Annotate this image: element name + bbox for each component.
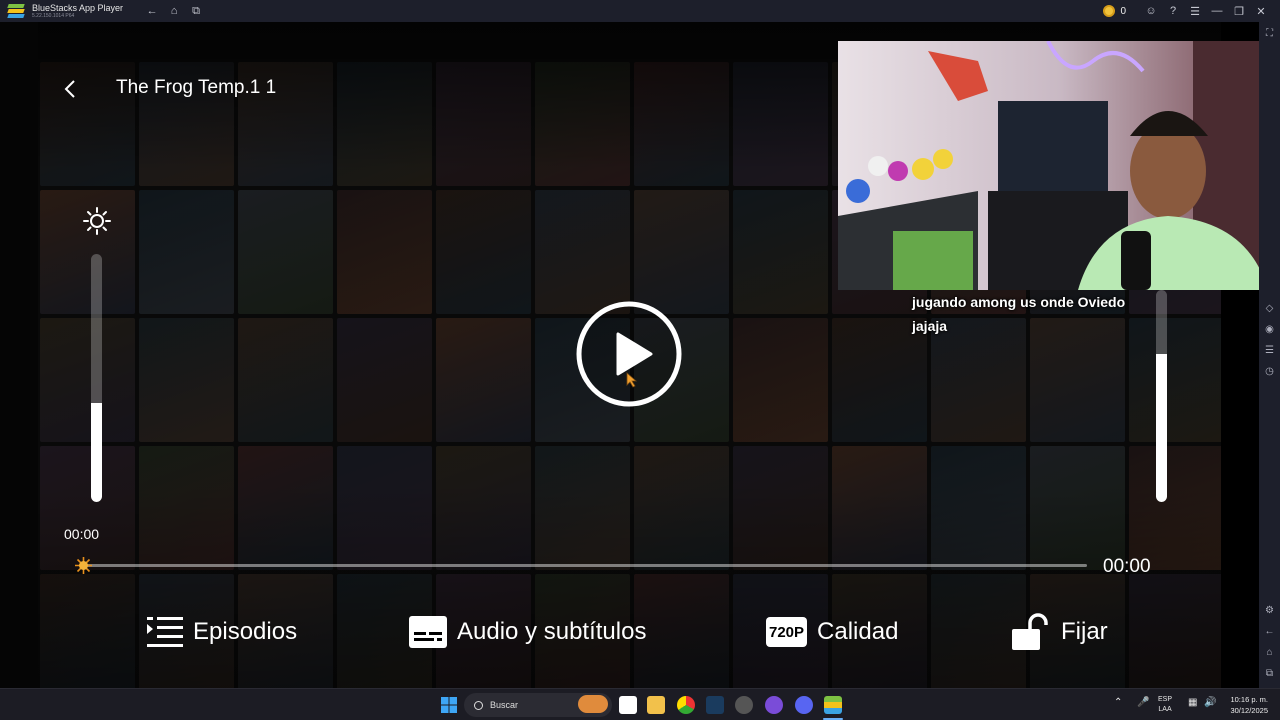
lang-top: ESP	[1158, 696, 1173, 703]
network-icon[interactable]: ▦	[1188, 698, 1197, 708]
audio-subtitles-label: Audio y subtítulos	[457, 618, 647, 645]
app-title: BlueStacks App Player	[32, 2, 124, 13]
recent-apps-icon[interactable]: ⧉	[185, 0, 207, 22]
app-icon[interactable]	[765, 696, 783, 714]
volume-icon[interactable]: 🔊	[1204, 698, 1216, 708]
microphone-icon[interactable]: 🎤	[1137, 698, 1149, 708]
timer-icon[interactable]: ◷	[1263, 365, 1276, 378]
close-icon[interactable]: ✕	[1250, 0, 1272, 22]
brightness-slider-fill	[91, 402, 102, 502]
quality-button[interactable]: 720P Calidad	[766, 612, 898, 652]
chat-overlay-message: jugando among us onde Oviedo jajaja	[912, 294, 1126, 334]
titlebar: BlueStacks App Player 5.22.150.1014 P64 …	[0, 0, 1280, 22]
bluestacks-taskbar-icon[interactable]	[824, 696, 842, 714]
layers-icon[interactable]: ☰	[1263, 344, 1276, 357]
coin-count: 0	[1120, 5, 1126, 17]
lang-bottom: LAA	[1158, 706, 1172, 713]
lock-button[interactable]: Fijar	[1011, 612, 1108, 652]
windows-start-icon[interactable]	[440, 696, 458, 714]
volume-slider-fill	[1156, 353, 1167, 502]
back-nav-icon[interactable]: ←	[1263, 625, 1276, 638]
coin-icon[interactable]	[1103, 5, 1116, 17]
minimize-icon[interactable]: —	[1206, 0, 1228, 22]
menu-icon[interactable]: ☰	[1184, 0, 1206, 22]
quality-badge-icon: 720P	[766, 617, 808, 647]
episodes-label: Episodios	[193, 618, 298, 645]
chrome-icon[interactable]	[677, 696, 695, 714]
lock-label: Fijar	[1061, 618, 1108, 645]
mouse-cursor-icon	[626, 372, 638, 388]
time-total: 00:00	[1103, 556, 1151, 577]
search-icon	[474, 700, 483, 710]
tray-chevron-icon[interactable]: ⌃	[1114, 698, 1122, 708]
home-nav-icon[interactable]: ⌂	[1263, 646, 1276, 659]
app-version: 5.22.150.1014 P64	[32, 12, 75, 19]
seek-bar[interactable]	[84, 564, 1087, 567]
fullscreen-icon[interactable]: ⛶	[1263, 27, 1276, 40]
search-highlight-icon[interactable]	[578, 695, 608, 713]
bluestacks-sidebar: ⛶ ◇ ◉ ☰ ◷ ⚙ ← ⌂ ⧉	[1259, 22, 1280, 688]
quality-badge: 720P	[769, 623, 805, 641]
home-icon[interactable]: ⌂	[163, 0, 185, 22]
quality-label: Calidad	[817, 618, 899, 645]
settings-icon[interactable]: ⚙	[1263, 604, 1276, 617]
volume-slider[interactable]	[1156, 290, 1167, 502]
account-icon[interactable]: ☺	[1140, 0, 1162, 22]
seek-thumb[interactable]	[74, 556, 93, 575]
webcam-overlay	[838, 41, 1280, 290]
video-title: The Frog Temp.1 1	[116, 77, 277, 98]
clock-date: 30/12/2025	[1230, 706, 1268, 715]
store-icon[interactable]	[619, 696, 637, 714]
taskbar-clock[interactable]: 10:16 p. m. 30/12/2025	[1230, 694, 1268, 716]
restore-icon[interactable]: ❐	[1228, 0, 1250, 22]
clock-time: 10:16 p. m.	[1230, 695, 1268, 704]
list-icon	[147, 615, 183, 649]
discord-icon[interactable]	[795, 696, 813, 714]
bluestacks-logo	[7, 4, 25, 18]
time-elapsed: 00:00	[64, 526, 100, 542]
titlebar-right: 0 ☺ ? ☰ — ❐ ✕	[1103, 0, 1280, 22]
brightness-slider[interactable]	[91, 254, 102, 502]
audio-subtitles-button[interactable]: Audio y subtítulos	[409, 612, 646, 652]
chevron-left-icon	[64, 80, 75, 98]
left-letterbox	[0, 22, 38, 688]
steam-icon[interactable]	[706, 696, 724, 714]
back-button[interactable]	[62, 78, 78, 100]
sun-icon	[83, 207, 111, 235]
subtitles-icon	[409, 616, 447, 648]
play-button[interactable]	[575, 300, 683, 408]
windows-taskbar: Buscar ⌃ ESP LAA 🎤 ▦ 🔊 10:16 p. m. 30/12…	[0, 688, 1280, 720]
eraser-icon[interactable]: ◇	[1263, 302, 1276, 315]
taskbar-search-placeholder: Buscar	[490, 700, 519, 710]
help-icon[interactable]: ?	[1162, 0, 1184, 22]
back-arrow-icon[interactable]: ←	[141, 0, 163, 22]
file-explorer-icon[interactable]	[647, 696, 665, 714]
obs-icon[interactable]	[735, 696, 753, 714]
recents-nav-icon[interactable]: ⧉	[1263, 667, 1276, 680]
location-icon[interactable]: ◉	[1263, 323, 1276, 336]
episodes-button[interactable]: Episodios	[147, 612, 297, 652]
app-title-block: BlueStacks App Player 5.22.150.1014 P64	[32, 2, 124, 19]
unlock-icon	[1011, 613, 1051, 651]
language-indicator[interactable]: ESP LAA	[1158, 695, 1172, 715]
